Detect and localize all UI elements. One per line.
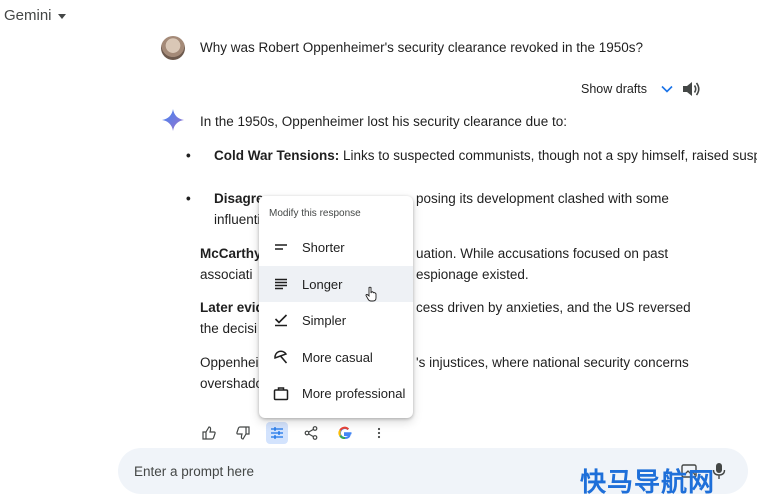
- tune-icon: [271, 427, 283, 439]
- mic-icon[interactable]: [712, 462, 726, 480]
- p-oppen-right: 's injustices, where national security c…: [416, 355, 689, 370]
- p-mccarthy-left: McCarthy: [200, 243, 262, 264]
- modify-response-menu: Modify this response Shorter Longer Simp…: [259, 196, 413, 418]
- p-oppen-left: Oppenheir: [200, 355, 264, 370]
- google-check-button[interactable]: [334, 422, 356, 444]
- speaker-icon[interactable]: [681, 80, 701, 98]
- menu-item-label: More professional: [302, 385, 406, 401]
- bullet-heading: Disagre: [214, 191, 264, 206]
- thumbs-up-button[interactable]: [198, 422, 220, 444]
- thumbs-down-button[interactable]: [232, 422, 254, 444]
- menu-item-shorter[interactable]: Shorter: [259, 229, 413, 265]
- p-mccarthy-line2-right: espionage existed.: [416, 267, 529, 282]
- menu-title: Modify this response: [269, 208, 361, 219]
- briefcase-icon: [272, 384, 290, 402]
- p-later-left: Later evid: [200, 297, 264, 318]
- menu-item-label: Simpler: [302, 312, 347, 328]
- longer-icon: [272, 275, 290, 293]
- p-later-bold: Later evid: [200, 300, 264, 315]
- simpler-icon: [272, 311, 290, 329]
- bullet-text: Links to suspected communists, though no…: [339, 148, 757, 163]
- shorter-icon: [272, 238, 290, 256]
- more-options-button[interactable]: [368, 422, 390, 444]
- show-drafts-label: Show drafts: [581, 82, 648, 96]
- app-title: Gemini: [4, 7, 52, 24]
- prompt-input[interactable]: [134, 461, 654, 481]
- prompt-bar: [118, 448, 748, 494]
- p-mccarthy-line2-left: associati: [200, 267, 253, 282]
- more-vert-icon: [377, 427, 381, 439]
- menu-item-label: Longer: [302, 276, 343, 292]
- show-drafts-button[interactable]: Show drafts: [581, 82, 673, 96]
- bullet-disagreement-line2: influenti: [214, 212, 261, 227]
- p-mccarthy-bold: McCarthy: [200, 246, 262, 261]
- menu-item-label: Shorter: [302, 239, 345, 255]
- user-query: Why was Robert Oppenheimer's security cl…: [200, 40, 644, 55]
- gemini-sparkle-icon: [162, 109, 184, 131]
- menu-item-more-casual[interactable]: More casual: [259, 339, 413, 375]
- menu-item-simpler[interactable]: Simpler: [259, 302, 413, 338]
- chevron-down-icon: [661, 85, 673, 93]
- response-intro: In the 1950s, Oppenheimer lost his secur…: [200, 114, 567, 129]
- bullet-heading: Cold War Tensions:: [214, 148, 340, 163]
- caret-down-icon: [57, 14, 66, 19]
- modify-response-button[interactable]: [266, 422, 288, 444]
- bullet-disagreement-right: posing its development clashed with some: [416, 191, 669, 206]
- model-switcher[interactable]: Gemini: [4, 7, 66, 24]
- p-later-right: cess driven by anxieties, and the US rev…: [416, 300, 691, 315]
- menu-item-longer[interactable]: Longer: [259, 266, 413, 302]
- thumbs-up-icon: [202, 426, 216, 440]
- response-actions: [198, 422, 390, 444]
- menu-item-label: More casual: [302, 349, 373, 365]
- google-g-icon: [338, 426, 352, 440]
- image-upload-icon[interactable]: [680, 462, 698, 480]
- thumbs-down-icon: [236, 426, 250, 440]
- bullet-disagreement: • Disagre: [186, 188, 264, 209]
- casual-icon: [272, 348, 290, 366]
- p-oppen-line2-left: overshado: [200, 376, 264, 391]
- bullet-cold-war: • Cold War Tensions: Links to suspected …: [186, 145, 757, 166]
- menu-item-more-professional[interactable]: More professional: [259, 375, 413, 411]
- user-avatar: [161, 36, 185, 60]
- bullet-dot: •: [186, 191, 191, 206]
- bullet-dot: •: [186, 148, 191, 163]
- p-later-line2-left: the decisi: [200, 321, 258, 336]
- p-mccarthy-right: uation. While accusations focused on pas…: [416, 246, 669, 261]
- share-icon: [304, 426, 318, 440]
- share-button[interactable]: [300, 422, 322, 444]
